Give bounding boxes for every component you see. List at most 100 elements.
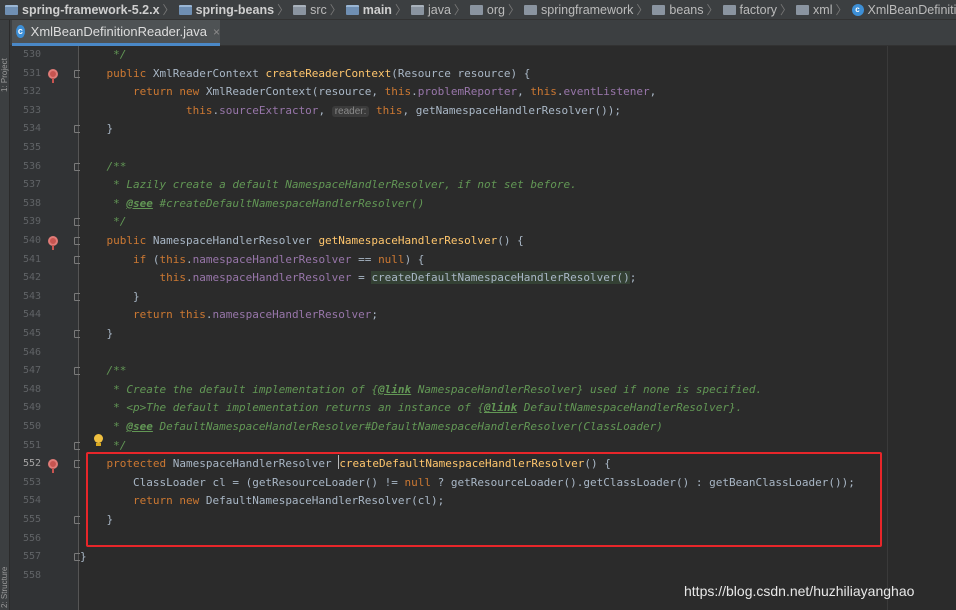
gutter-row[interactable]: 541 [10,251,81,270]
code-line[interactable]: return this.namespaceHandlerResolver; [80,306,956,325]
project-tool-button[interactable]: 1: Project [0,22,10,92]
gutter-row[interactable]: 545 [10,325,81,344]
gutter-row[interactable]: 535 [10,139,79,158]
gutter-row[interactable]: 555 [10,511,81,530]
line-number: 533 [22,104,41,116]
gutter-row[interactable]: 552 [10,455,81,474]
code-token: this [376,103,403,117]
line-number: 537 [22,179,41,191]
gutter-row[interactable]: 539 [10,213,81,232]
code-line[interactable]: public NamespaceHandlerResolver getNames… [80,232,956,251]
class-icon: c [851,3,864,16]
gutter-row[interactable]: 549 [10,399,79,418]
code-line[interactable]: return new XmlReaderContext(resource, th… [80,83,956,102]
code-line[interactable]: /** [80,362,956,381]
gutter-row[interactable]: 542 [10,269,79,288]
gutter-row[interactable]: 534 [10,120,81,139]
gutter-row[interactable]: 531 [10,65,81,84]
code-line[interactable]: this.sourceExtractor, reader: this, getN… [80,102,956,121]
gutter-row[interactable]: 533 [10,102,79,121]
package-icon [652,4,666,15]
code-token: if [80,252,153,266]
code-line[interactable] [80,344,956,363]
gutter-row[interactable]: 546 [10,344,79,363]
gutter-row[interactable]: 551 [10,437,81,456]
gutter-row[interactable]: 532 [10,83,79,102]
overrides-method-icon[interactable] [48,236,58,250]
breadcrumb-label: java [427,2,451,17]
code-line[interactable]: */ [80,46,956,65]
gutter-row[interactable]: 547 [10,362,81,381]
code-line[interactable]: * @see #createDefaultNamespaceHandlerRes… [80,195,956,214]
code-line[interactable] [80,139,956,158]
close-icon[interactable]: × [213,25,220,39]
line-number: 542 [22,272,41,284]
code-token: , [517,85,531,99]
code-line[interactable]: /** [80,158,956,177]
breadcrumb-item[interactable]: src [290,3,327,17]
code-line[interactable]: * Lazily create a default NamespaceHandl… [80,176,956,195]
gutter-row[interactable]: 550 [10,418,79,437]
gutter-row[interactable]: 537 [10,176,79,195]
breadcrumb-item[interactable]: main [343,3,392,17]
code-token: NamespaceHandlerResolver [152,234,319,247]
code-token: ; [371,308,379,322]
tab-xmlbeandefinitionreader[interactable]: c XmlBeanDefinitionReader.java × [12,20,220,46]
code-line[interactable]: } [80,325,956,344]
gutter-row[interactable]: 540 [10,232,81,251]
code-line[interactable]: } [80,288,956,307]
code-token: . [556,85,564,99]
left-tool-window-strip: 1: Project 2: Structure [0,20,10,610]
overrides-method-icon[interactable] [48,68,58,83]
gutter-row[interactable]: 543 [10,288,81,307]
overrides-method-icon[interactable] [48,459,58,474]
code-token: return this [80,308,206,322]
structure-tool-button[interactable]: 2: Structure [0,528,10,608]
gutter-row[interactable]: 557 [10,548,81,567]
code-token: createReaderContext [265,66,392,80]
code-line[interactable]: * Create the default implementation of {… [80,381,956,400]
gutter-row[interactable]: 536 [10,158,81,177]
breadcrumb-item[interactable]: org [467,3,505,17]
code-line[interactable]: } [80,548,956,567]
breadcrumb: spring-framework-5.2.x 〉 spring-beans 〉 src 〉… [0,0,956,20]
code-line[interactable]: * <p>The default implementation returns … [80,399,956,418]
package-icon [722,4,736,15]
breadcrumb-item[interactable]: beans [649,3,703,17]
code-line[interactable]: this.namespaceHandlerResolver = createDe… [80,269,956,288]
gutter-row[interactable]: 553 [10,474,79,493]
breadcrumb-item[interactable]: spring-beans [176,3,274,17]
breadcrumb-item[interactable]: xml [793,3,832,17]
class-icon: c [16,25,25,38]
gutter-row[interactable]: 548 [10,381,79,400]
breadcrumb-separator-icon: 〉 [277,3,290,17]
gutter-row[interactable]: 544 [10,306,79,325]
code-token: } [80,289,140,303]
right-margin-guide [887,46,888,610]
code-line[interactable]: if (this.namespaceHandlerResolver == nul… [80,251,956,270]
code-line[interactable]: } [80,120,956,139]
code-token: ) { [404,252,425,266]
gutter-row[interactable]: 554 [10,492,79,511]
breadcrumb-item[interactable]: factory [720,3,777,17]
line-number: 555 [22,514,41,525]
line-number-gutter[interactable]: 530 531 532 533 534 535 536 537 538 539 540 541 542 5… [10,46,81,610]
gutter-row[interactable]: 558 [10,567,79,586]
code-token: @link [484,401,518,415]
breadcrumb-item[interactable]: cXmlBeanDefinitionReader [849,3,956,17]
line-number: 547 [22,365,41,377]
lightbulb-icon[interactable] [94,434,103,446]
breadcrumb-item[interactable]: java [408,3,451,17]
breadcrumb-item[interactable]: springframework [521,3,633,17]
code-line[interactable]: */ [80,213,956,232]
code-token: public [80,66,153,80]
gutter-row[interactable]: 556 [10,530,79,549]
line-number: 534 [22,123,41,135]
code-token: . [411,85,418,99]
code-line[interactable]: public XmlReaderContext createReaderCont… [80,65,956,84]
gutter-row[interactable]: 530 [10,46,79,65]
gutter-row[interactable]: 538 [10,195,79,214]
code-line[interactable]: * @see DefaultNamespaceHandlerResolver#D… [80,418,956,437]
breadcrumb-separator-icon: 〉 [394,3,407,17]
breadcrumb-item[interactable]: spring-framework-5.2.x [2,3,160,17]
